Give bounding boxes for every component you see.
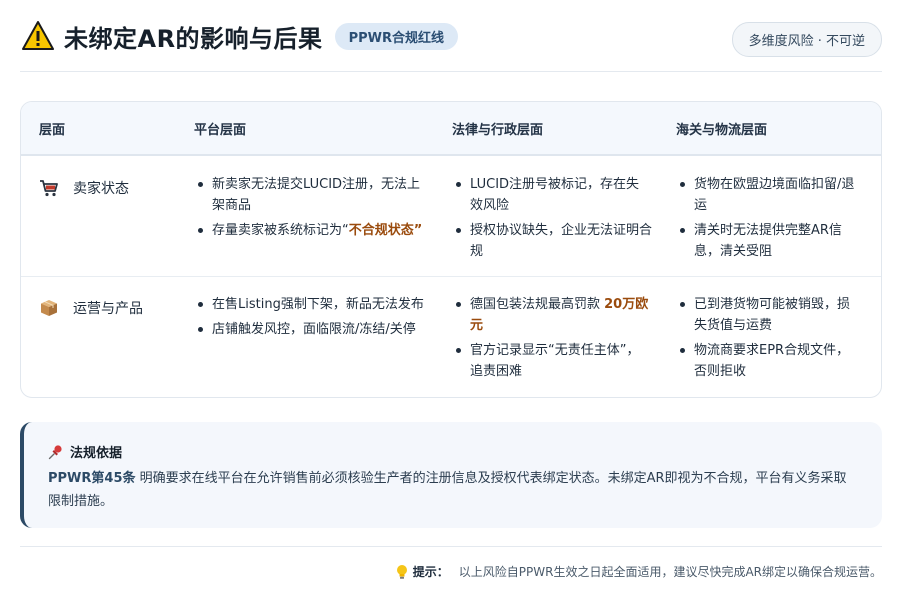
header-divider bbox=[20, 71, 882, 72]
footer-label: 提示： bbox=[412, 565, 449, 579]
col-header-customs: 海关与物流层面 bbox=[676, 122, 768, 138]
list-item: 新卖家无法提交LUCID注册，无法上架商品 bbox=[194, 174, 429, 216]
list-item: 已到港货物可能被销毁，损失货值与运费 bbox=[676, 294, 856, 336]
row-label: 卖家状态 bbox=[73, 181, 129, 197]
list-item: 授权协议缺失，企业无法证明合规 bbox=[452, 220, 652, 262]
list-item: 在售Listing强制下架，新品无法发布 bbox=[194, 294, 429, 315]
risk-tag: 多维度风险 · 不可逆 bbox=[731, 22, 882, 57]
impact-table: 层面 平台层面 法律与行政层面 海关与物流层面 卖家状态 新卖家无法提交LUCI… bbox=[20, 101, 882, 398]
compliance-badge: PPWR合规红线 bbox=[334, 22, 458, 50]
article-ref: PPWR第45条 bbox=[48, 471, 136, 486]
platform-impacts: 在售Listing强制下架，新品无法发布 店铺触发风控，面临限流/冻结/关停 bbox=[194, 294, 429, 344]
legal-basis-box: 法规依据 PPWR第45条 明确要求在线平台在允许销售前必须核验生产者的注册信息… bbox=[20, 422, 882, 528]
customs-impacts: 货物在欧盟边境面临扣留/退运 清关时无法提供完整AR信息，清关受阻 bbox=[676, 174, 856, 266]
list-item: 官方记录显示“无责任主体”，追责困难 bbox=[452, 340, 652, 382]
footer-divider bbox=[20, 546, 882, 547]
footer-text: 以上风险自PPWR生效之日起全面适用，建议尽快完成AR绑定以确保合规运营。 bbox=[458, 565, 882, 579]
shopping-cart-icon bbox=[40, 180, 58, 197]
row-label: 运营与产品 bbox=[73, 301, 143, 317]
lightbulb-icon bbox=[396, 564, 407, 579]
table-row: 卖家状态 新卖家无法提交LUCID注册，无法上架商品 存量卖家被系统标记为“不合… bbox=[21, 158, 881, 277]
legal-basis-title: 法规依据 bbox=[48, 442, 858, 461]
footer-tip: 提示： 以上风险自PPWR生效之日起全面适用，建议尽快完成AR绑定以确保合规运营… bbox=[395, 563, 882, 580]
row-label-cell: 运营与产品 bbox=[39, 298, 143, 318]
row-label-cell: 卖家状态 bbox=[39, 178, 129, 198]
package-icon bbox=[41, 300, 57, 316]
list-item: LUCID注册号被标记，存在失效风险 bbox=[452, 174, 652, 216]
platform-impacts: 新卖家无法提交LUCID注册，无法上架商品 存量卖家被系统标记为“不合规状态” bbox=[194, 174, 429, 245]
col-header-platform: 平台层面 bbox=[194, 122, 247, 138]
list-item: 清关时无法提供完整AR信息，清关受阻 bbox=[676, 220, 856, 262]
table-row: 运营与产品 在售Listing强制下架，新品无法发布 店铺触发风控，面临限流/冻… bbox=[21, 278, 881, 397]
list-item: 货物在欧盟边境面临扣留/退运 bbox=[676, 174, 856, 216]
legal-impacts: LUCID注册号被标记，存在失效风险 授权协议缺失，企业无法证明合规 bbox=[452, 174, 652, 266]
legal-basis-text: PPWR第45条 明确要求在线平台在允许销售前必须核验生产者的注册信息及授权代表… bbox=[48, 471, 847, 509]
page-title: 未绑定AR的影响与后果 bbox=[64, 24, 323, 53]
col-header-dimension: 层面 bbox=[39, 122, 66, 138]
pushpin-icon bbox=[48, 444, 62, 459]
page-header: 未绑定AR的影响与后果 PPWR合规红线 多维度风险 · 不可逆 bbox=[20, 14, 882, 58]
table-header: 层面 平台层面 法律与行政层面 海关与物流层面 bbox=[21, 102, 881, 156]
list-item: 店铺触发风控，面临限流/冻结/关停 bbox=[194, 319, 429, 340]
warning-icon bbox=[22, 21, 54, 50]
legal-impacts: 德国包装法规最高罚款 20万欧元 官方记录显示“无责任主体”，追责困难 bbox=[452, 294, 652, 386]
customs-impacts: 已到港货物可能被销毁，损失货值与运费 物流商要求EPR合规文件，否则拒收 bbox=[676, 294, 856, 386]
list-item: 存量卖家被系统标记为“不合规状态” bbox=[194, 220, 429, 241]
highlight-text: 不合规状态 bbox=[348, 223, 414, 238]
list-item: 德国包装法规最高罚款 20万欧元 bbox=[452, 294, 652, 336]
col-header-legal: 法律与行政层面 bbox=[452, 122, 544, 138]
list-item: 物流商要求EPR合规文件，否则拒收 bbox=[676, 340, 856, 382]
